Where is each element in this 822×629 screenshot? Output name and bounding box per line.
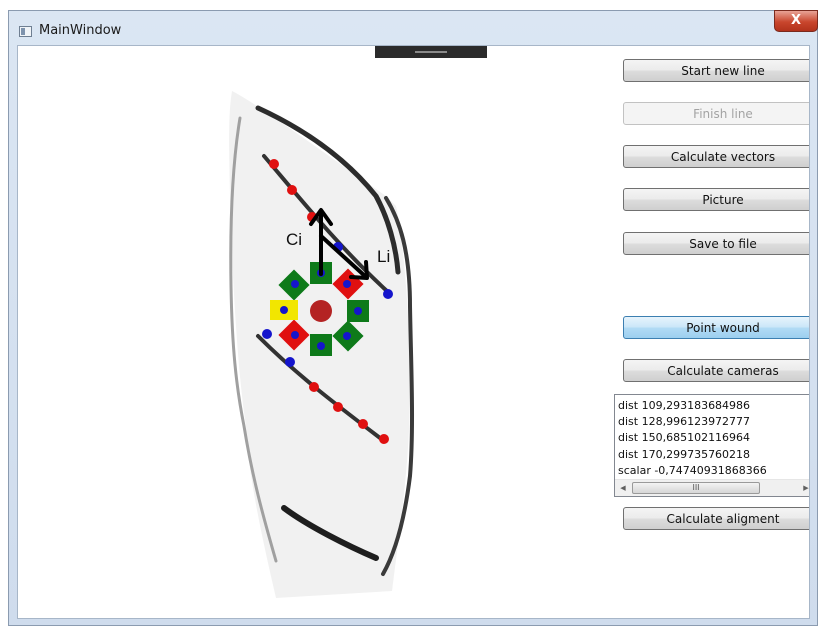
label-ci: Ci <box>286 230 302 249</box>
blue-point <box>317 342 325 350</box>
blue-point <box>291 331 299 339</box>
blue-point <box>343 280 351 288</box>
close-button[interactable]: X <box>774 10 818 32</box>
red-point[interactable] <box>309 382 319 392</box>
horizontal-scrollbar[interactable]: ◀ III ▶ <box>615 479 809 496</box>
list-item[interactable]: dist 150,685102116964 <box>618 430 809 446</box>
calculate-alignment-button[interactable]: Calculate aligment <box>623 507 809 530</box>
label-li: Li <box>377 247 390 266</box>
save-to-file-button[interactable]: Save to file <box>623 232 809 255</box>
horizontal-scroll-thumb[interactable]: III <box>632 482 760 494</box>
red-point[interactable] <box>269 159 279 169</box>
wound-center <box>310 300 332 322</box>
calculate-cameras-button[interactable]: Calculate cameras <box>623 359 809 382</box>
client-area: Ci Li Start new line Finish line Calcula… <box>17 45 810 619</box>
start-new-line-button[interactable]: Start new line <box>623 59 809 82</box>
point-wound-button[interactable]: Point wound <box>623 316 809 339</box>
picture-button[interactable]: Picture <box>623 188 809 211</box>
blue-point <box>354 307 362 315</box>
list-item[interactable]: dist 170,299735760218 <box>618 447 809 463</box>
blue-point <box>343 332 351 340</box>
red-point[interactable] <box>287 185 297 195</box>
main-window: MainWindow X Ci Li Start new line Finish… <box>8 10 818 626</box>
blue-point <box>280 306 288 314</box>
blue-point[interactable] <box>285 357 295 367</box>
red-point[interactable] <box>358 419 368 429</box>
window-title: MainWindow <box>39 23 122 38</box>
drawing-canvas[interactable]: Ci Li <box>18 46 618 619</box>
calculate-vectors-button[interactable]: Calculate vectors <box>623 145 809 168</box>
finish-line-button[interactable]: Finish line <box>623 102 809 125</box>
output-list: dist 109,293183684986 dist 128,996123972… <box>618 398 809 479</box>
title-bar[interactable]: MainWindow X <box>9 10 818 45</box>
list-item[interactable]: dist 109,293183684986 <box>618 398 809 414</box>
scroll-right-icon[interactable]: ▶ <box>798 480 809 496</box>
blue-point[interactable] <box>383 289 393 299</box>
list-item[interactable]: scalar -0,74740931868366 <box>618 463 809 479</box>
blue-point[interactable] <box>262 329 272 339</box>
red-point[interactable] <box>333 402 343 412</box>
window-icon <box>19 26 32 37</box>
list-item[interactable]: dist 128,996123972777 <box>618 414 809 430</box>
scroll-left-icon[interactable]: ◀ <box>615 480 631 496</box>
blue-point <box>291 280 299 288</box>
red-point[interactable] <box>379 434 389 444</box>
output-listbox[interactable]: dist 109,293183684986 dist 128,996123972… <box>614 394 809 497</box>
